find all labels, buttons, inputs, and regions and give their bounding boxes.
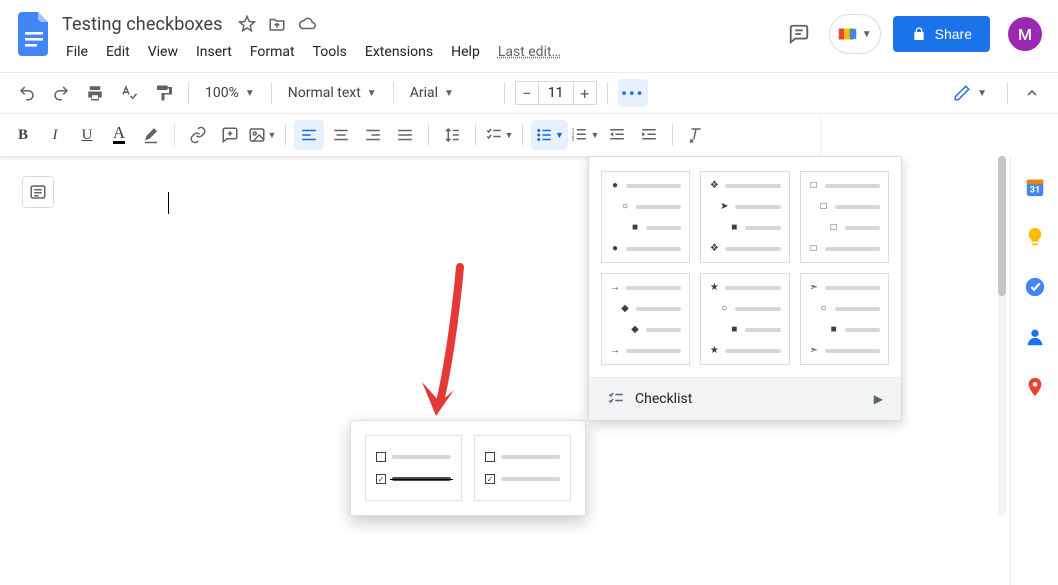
share-label: Share: [935, 26, 972, 42]
svg-text:3: 3: [572, 137, 575, 143]
side-panel: 31: [1010, 156, 1058, 585]
clear-formatting-icon[interactable]: [681, 120, 711, 150]
undo-icon[interactable]: [12, 79, 42, 107]
meet-caret-icon: ▼: [862, 29, 872, 40]
zoom-value: 100%: [205, 85, 239, 101]
font-size-value[interactable]: 11: [539, 81, 573, 105]
insert-link-icon[interactable]: [183, 120, 213, 150]
collapse-toolbar-icon[interactable]: [1018, 79, 1046, 107]
checklist-icon[interactable]: ▼: [484, 120, 514, 150]
paint-format-icon[interactable]: [148, 79, 178, 107]
menu-insert[interactable]: Insert: [188, 40, 240, 64]
bullet-option-chevron[interactable]: ➣ ○ ■ ➣: [800, 273, 889, 365]
star-icon[interactable]: [237, 14, 257, 34]
align-center-icon[interactable]: [326, 120, 356, 150]
caret-icon: ▼: [245, 88, 255, 99]
insert-image-icon[interactable]: ▼: [247, 120, 277, 150]
contacts-icon[interactable]: [1024, 326, 1046, 348]
checklist-styles-popup: ✓ ✓: [350, 420, 586, 516]
checklist-style-plain[interactable]: ✓: [474, 435, 571, 501]
maps-icon[interactable]: [1024, 376, 1046, 398]
svg-text:31: 31: [1029, 186, 1040, 196]
menubar: File Edit View Insert Format Tools Exten…: [58, 40, 563, 64]
submenu-arrow-icon: ▶: [874, 392, 883, 406]
font-size-increase[interactable]: +: [573, 81, 597, 105]
line-spacing-icon[interactable]: [437, 120, 467, 150]
bulleted-list-popup: ● ○ ■ ● ❖ ➤ ■ ❖ □ □ □ □: [588, 156, 902, 421]
workspace: ▼ ● ○ ■ ● ❖ ➤ ■ ❖: [0, 156, 1058, 585]
menu-file[interactable]: File: [58, 40, 96, 64]
title-stack: Testing checkboxes File Edit View Insert…: [58, 10, 563, 64]
bullet-option-square[interactable]: □ □ □ □: [800, 171, 889, 263]
document-surface[interactable]: ▼ ● ○ ■ ● ❖ ➤ ■ ❖: [0, 156, 1010, 585]
pencil-icon: [953, 84, 971, 102]
align-justify-icon[interactable]: [390, 120, 420, 150]
paragraph-style-select[interactable]: Normal text ▼: [282, 85, 383, 101]
toolbar-overflow: B I U A ▼ ▼ ▼ 123▼: [0, 114, 820, 156]
spellcheck-icon[interactable]: [114, 79, 144, 107]
cloud-status-icon[interactable]: [297, 14, 317, 34]
meet-button[interactable]: ▼: [829, 14, 881, 54]
increase-indent-icon[interactable]: [634, 120, 664, 150]
font-size-control: − 11 +: [515, 81, 597, 105]
menu-tools[interactable]: Tools: [305, 40, 355, 64]
decrease-indent-icon[interactable]: [602, 120, 632, 150]
comments-icon[interactable]: [781, 16, 817, 52]
last-edit-link[interactable]: Last edit…: [496, 40, 563, 64]
font-size-decrease[interactable]: −: [515, 81, 539, 105]
highlight-color-icon[interactable]: [136, 120, 166, 150]
print-icon[interactable]: [80, 79, 110, 107]
menu-help[interactable]: Help: [443, 40, 488, 64]
share-button[interactable]: Share: [893, 16, 990, 52]
add-comment-icon[interactable]: [215, 120, 245, 150]
docbar: Testing checkboxes File Edit View Insert…: [0, 0, 1058, 64]
menu-view[interactable]: View: [140, 40, 186, 64]
paragraph-style-value: Normal text: [288, 85, 361, 101]
account-avatar[interactable]: M: [1008, 17, 1042, 51]
align-left-icon[interactable]: [294, 120, 324, 150]
tasks-icon[interactable]: [1024, 276, 1046, 298]
caret-icon: ▼: [367, 88, 377, 99]
bold-icon[interactable]: B: [8, 120, 38, 150]
toolbar-primary: 100% ▼ Normal text ▼ Arial ▼ − 11 + ••• …: [0, 72, 1058, 114]
bullet-option-star[interactable]: ★ ○ ■ ★: [700, 273, 789, 365]
move-icon[interactable]: [267, 14, 287, 34]
menu-format[interactable]: Format: [242, 40, 303, 64]
font-family-select[interactable]: Arial ▼: [404, 85, 494, 101]
font-family-value: Arial: [410, 85, 438, 101]
document-outline-icon[interactable]: [22, 176, 54, 208]
text-cursor: [168, 192, 169, 214]
menu-edit[interactable]: Edit: [98, 40, 138, 64]
menu-extensions[interactable]: Extensions: [357, 40, 441, 64]
more-tools-icon[interactable]: •••: [618, 79, 648, 107]
scrollbar[interactable]: [998, 156, 1006, 516]
annotation-arrow: [405, 262, 485, 432]
keep-icon[interactable]: [1024, 226, 1046, 248]
caret-icon: ▼: [977, 88, 987, 99]
checklist-icon: [607, 390, 625, 408]
document-title[interactable]: Testing checkboxes: [58, 14, 227, 35]
calendar-icon[interactable]: 31: [1024, 176, 1046, 198]
checklist-submenu[interactable]: Checklist ▶: [589, 377, 901, 420]
align-right-icon[interactable]: [358, 120, 388, 150]
checklist-style-strike[interactable]: ✓: [365, 435, 462, 501]
italic-icon[interactable]: I: [40, 120, 70, 150]
lock-icon: [911, 26, 927, 42]
underline-icon[interactable]: U: [72, 120, 102, 150]
editing-mode-button[interactable]: ▼: [943, 80, 997, 106]
docs-logo[interactable]: [14, 8, 54, 60]
redo-icon[interactable]: [46, 79, 76, 107]
bullet-option-diamond[interactable]: ❖ ➤ ■ ❖: [700, 171, 789, 263]
zoom-select[interactable]: 100% ▼: [199, 85, 261, 101]
text-color-button[interactable]: A: [104, 120, 134, 150]
checklist-label: Checklist: [635, 391, 692, 407]
numbered-list-icon[interactable]: 123▼: [570, 120, 600, 150]
bullet-option-arrow[interactable]: → ◆ ◆ →: [601, 273, 690, 365]
right-actions: ▼ Share M: [781, 8, 1042, 54]
bullet-option-disc[interactable]: ● ○ ■ ●: [601, 171, 690, 263]
caret-icon: ▼: [444, 88, 454, 99]
bulleted-list-icon[interactable]: ▼: [531, 120, 568, 150]
